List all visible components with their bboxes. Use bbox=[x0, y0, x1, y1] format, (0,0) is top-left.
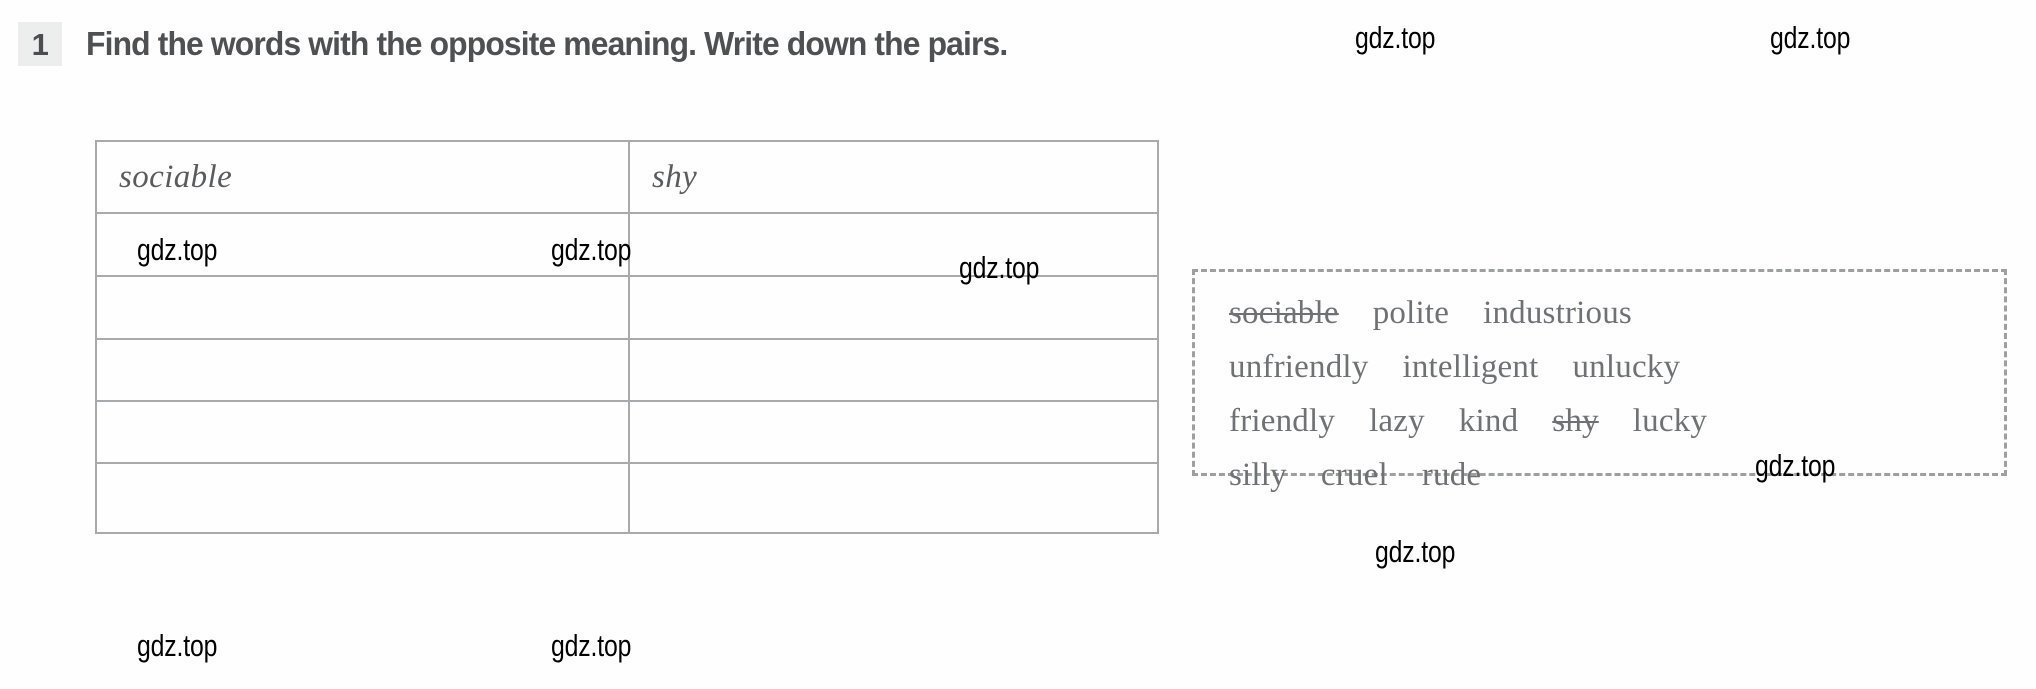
word-bank-word[interactable]: lazy bbox=[1369, 394, 1425, 448]
watermark: gdz.top bbox=[551, 232, 632, 267]
watermark: gdz.top bbox=[1755, 448, 1836, 483]
answer-table: sociable shy bbox=[95, 140, 1159, 534]
word-bank-line: silly cruel rude bbox=[1229, 448, 1970, 502]
answer-cell-right[interactable] bbox=[628, 338, 1159, 402]
answer-cell-right[interactable] bbox=[628, 400, 1159, 464]
answer-cell-left[interactable] bbox=[95, 462, 630, 534]
word-bank-word[interactable]: industrious bbox=[1483, 286, 1632, 340]
word-bank-line: friendly lazy kind shy lucky bbox=[1229, 394, 1970, 448]
table-row bbox=[95, 400, 1159, 464]
table-header-cell-right: shy bbox=[628, 140, 1159, 214]
table-row bbox=[95, 338, 1159, 402]
word-bank-word[interactable]: shy bbox=[1552, 394, 1598, 448]
answer-cell-left[interactable] bbox=[95, 338, 630, 402]
word-bank-word[interactable]: friendly bbox=[1229, 394, 1335, 448]
word-bank-word[interactable]: lucky bbox=[1633, 394, 1707, 448]
word-bank-word[interactable]: kind bbox=[1459, 394, 1518, 448]
watermark: gdz.top bbox=[137, 628, 218, 663]
worksheet-page: 1 Find the words with the opposite meani… bbox=[0, 0, 2036, 689]
watermark: gdz.top bbox=[1375, 534, 1456, 569]
word-bank-word[interactable]: intelligent bbox=[1402, 340, 1538, 394]
watermark: gdz.top bbox=[959, 250, 1040, 285]
answer-cell-right[interactable] bbox=[628, 212, 1159, 277]
watermark: gdz.top bbox=[551, 628, 632, 663]
table-header-row: sociable shy bbox=[95, 140, 1159, 214]
word-bank-word[interactable]: sociable bbox=[1229, 286, 1339, 340]
table-header-cell-left: sociable bbox=[95, 140, 630, 214]
word-bank-word[interactable]: rude bbox=[1422, 448, 1481, 502]
word-bank-word[interactable]: polite bbox=[1373, 286, 1449, 340]
word-bank-word[interactable]: silly bbox=[1229, 448, 1287, 502]
word-bank-line: unfriendly intelligent unlucky bbox=[1229, 340, 1970, 394]
task-instruction-text: Find the words with the opposite meaning… bbox=[86, 25, 1008, 62]
header-word-shy: shy bbox=[652, 158, 698, 195]
answer-cell-right[interactable] bbox=[628, 275, 1159, 340]
word-bank-word[interactable]: unlucky bbox=[1572, 340, 1680, 394]
answer-cell-left[interactable] bbox=[95, 275, 630, 340]
word-bank-line: sociable polite industrious bbox=[1229, 286, 1970, 340]
table-row bbox=[95, 462, 1159, 534]
answer-cell-right[interactable] bbox=[628, 462, 1159, 534]
watermark: gdz.top bbox=[137, 232, 218, 267]
word-bank-word[interactable]: cruel bbox=[1321, 448, 1388, 502]
header-word-sociable: sociable bbox=[119, 158, 233, 195]
word-bank-box: sociable polite industrious unfriendly intel… bbox=[1192, 269, 2007, 493]
answer-cell-left[interactable] bbox=[95, 400, 630, 464]
task-number-badge: 1 bbox=[18, 22, 62, 66]
watermark: gdz.top bbox=[1355, 20, 1436, 55]
watermark: gdz.top bbox=[1770, 20, 1851, 55]
word-bank-word[interactable]: unfriendly bbox=[1229, 340, 1368, 394]
task-header: 1 Find the words with the opposite meani… bbox=[18, 22, 1041, 66]
